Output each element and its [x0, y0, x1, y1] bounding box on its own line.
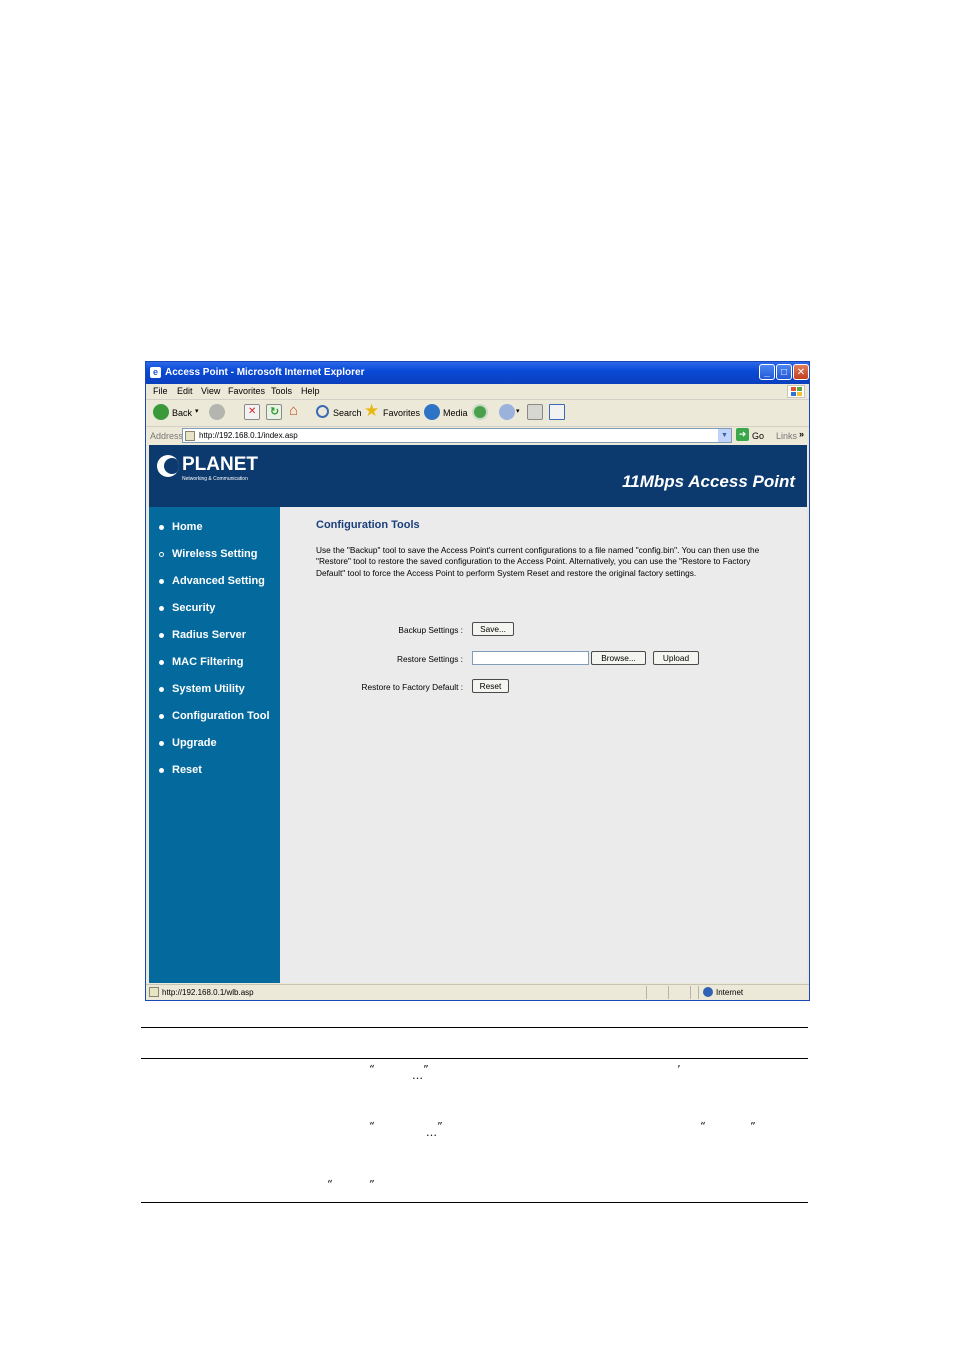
save-button[interactable]: Save...: [472, 622, 514, 636]
address-input[interactable]: http://192.168.0.1/index.asp ▼: [182, 428, 732, 443]
mail-button[interactable]: ▾: [499, 404, 521, 422]
menu-edit[interactable]: Edit: [177, 386, 193, 396]
bullet-icon: [159, 633, 164, 638]
stop-icon: ✕: [244, 404, 260, 420]
open-quote-mark: “: [369, 1063, 375, 1076]
forward-arrow-icon: [209, 404, 225, 420]
address-bar: Address http://192.168.0.1/index.asp ▼ ➜…: [150, 428, 805, 443]
status-bar: http://192.168.0.1/wlb.asp Internet: [146, 984, 809, 1001]
close-button[interactable]: ✕: [793, 364, 809, 380]
open-quote-mark: “: [327, 1178, 333, 1191]
bullet-icon: [159, 741, 164, 746]
internet-zone-icon: [703, 987, 713, 997]
bullet-icon: [159, 525, 164, 530]
ellipsis-mark: …: [412, 1069, 423, 1082]
menu-tools[interactable]: Tools: [271, 386, 292, 396]
go-arrow-icon: ➜: [736, 428, 749, 441]
window-title: Access Point - Microsoft Internet Explor…: [165, 367, 365, 378]
media-globe-icon: [424, 404, 440, 420]
reset-button[interactable]: Reset: [472, 679, 509, 693]
upload-button[interactable]: Upload: [653, 651, 699, 665]
open-quote-mark: “: [369, 1120, 375, 1133]
main-panel: Configuration Tools Use the "Backup" too…: [280, 507, 807, 983]
web-page: PLANET Networking & Communication 11Mbps…: [149, 445, 807, 983]
planet-logo-icon: [157, 455, 179, 477]
back-dropdown-icon[interactable]: ▾: [195, 407, 199, 415]
product-name: 11Mbps Access Point: [622, 472, 795, 491]
restore-file-input[interactable]: [472, 651, 589, 665]
title-bar[interactable]: e Access Point - Microsoft Internet Expl…: [146, 362, 809, 384]
minimize-button[interactable]: _: [759, 364, 775, 380]
close-quote-mark: ”: [750, 1120, 756, 1133]
maximize-button[interactable]: □: [776, 364, 792, 380]
print-button[interactable]: [527, 404, 543, 422]
history-button[interactable]: [472, 404, 488, 422]
browse-button[interactable]: Browse...: [591, 651, 646, 665]
close-quote-mark: ”: [423, 1063, 429, 1076]
edit-button[interactable]: [549, 404, 565, 422]
edit-page-icon: [549, 404, 565, 420]
menu-bar: File Edit View Favorites Tools Help: [146, 384, 809, 400]
status-text: http://192.168.0.1/wlb.asp: [162, 988, 254, 997]
close-quote-mark: ”: [369, 1178, 375, 1191]
page-icon: [185, 431, 195, 441]
factory-default-label: Restore to Factory Default :: [361, 682, 463, 692]
windows-flag-icon: [787, 385, 805, 398]
back-button[interactable]: Back ▾: [153, 404, 201, 422]
bullet-icon: [159, 660, 164, 665]
ie-icon: e: [150, 367, 161, 378]
banner: PLANET Networking & Communication 11Mbps…: [149, 445, 807, 507]
links-button[interactable]: Links: [776, 431, 797, 441]
address-dropdown-icon[interactable]: ▼: [718, 429, 731, 442]
restore-settings-label: Restore Settings :: [397, 654, 463, 664]
page-title: Configuration Tools: [316, 519, 420, 531]
back-arrow-icon: [153, 404, 169, 420]
backup-settings-label: Backup Settings :: [398, 625, 463, 635]
favorites-button[interactable]: ★ Favorites: [364, 401, 420, 422]
refresh-button[interactable]: ↻: [266, 404, 282, 422]
bullet-icon: [159, 687, 164, 692]
search-icon: [314, 404, 330, 420]
toolbar: Back ▾ ✕ ↻ ⌂ Search ★ Favorites Media ▾: [146, 400, 809, 427]
security-zone: Internet: [716, 988, 744, 997]
close-quote-mark: ”: [437, 1120, 443, 1133]
bullet-icon: [159, 579, 164, 584]
bullet-icon: [159, 552, 164, 557]
open-quote-mark: “: [700, 1120, 706, 1133]
sidebar: Home Wireless Setting Advanced Setting S…: [149, 507, 280, 983]
menu-help[interactable]: Help: [301, 386, 320, 396]
home-button[interactable]: ⌂: [288, 402, 304, 422]
star-icon: ★: [364, 401, 380, 420]
search-button[interactable]: Search: [314, 404, 362, 422]
ellipsis-mark: …: [426, 1126, 437, 1139]
home-icon: ⌂: [289, 402, 299, 419]
links-chevron-icon[interactable]: »: [799, 429, 804, 439]
printer-icon: [527, 404, 543, 420]
mail-icon: [499, 404, 515, 420]
history-icon: [472, 404, 488, 420]
menu-view[interactable]: View: [201, 386, 220, 396]
page-description: Use the "Backup" tool to save the Access…: [316, 545, 760, 578]
bullet-icon: [159, 606, 164, 611]
bullet-icon: [159, 768, 164, 773]
apostrophe-mark: ’: [677, 1063, 681, 1076]
address-label: Address: [150, 431, 184, 441]
media-button[interactable]: Media: [424, 404, 468, 422]
menu-favorites[interactable]: Favorites: [228, 386, 265, 396]
table-rule-top: [141, 1027, 808, 1028]
stop-button[interactable]: ✕: [244, 404, 260, 422]
refresh-icon: ↻: [266, 404, 282, 420]
browser-window: e Access Point - Microsoft Internet Expl…: [145, 361, 810, 1001]
mail-dropdown-icon[interactable]: ▾: [516, 407, 520, 415]
page-icon: [149, 987, 159, 997]
menu-file[interactable]: File: [153, 386, 168, 396]
forward-button[interactable]: [209, 404, 233, 422]
table-rule-header: [141, 1058, 808, 1059]
table-rule-bottom: [141, 1202, 808, 1203]
bullet-icon: [159, 714, 164, 719]
